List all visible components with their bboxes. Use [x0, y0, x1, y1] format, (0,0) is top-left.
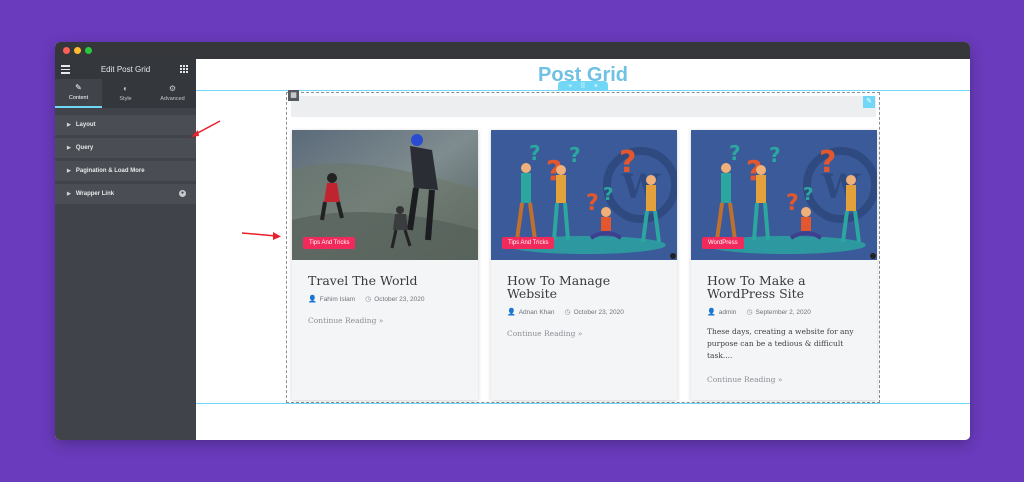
section-label: Pagination & Load More [75, 168, 145, 174]
annotation-arrow-icon [191, 120, 221, 137]
tab-label: Content [68, 95, 89, 101]
tab-label: Style [119, 96, 132, 102]
widgets-grid-icon[interactable] [180, 65, 188, 73]
tab-label: Advanced [160, 96, 185, 102]
edit-widget-icon[interactable]: ✎ [863, 96, 875, 108]
post-meta: 👤 Adnan Khan ◷ October 23, 2020 [507, 308, 661, 317]
pencil-icon: ✎ [75, 83, 82, 92]
gear-icon: ⚙ [168, 84, 177, 93]
svg-text:?: ? [803, 184, 813, 205]
post-card[interactable]: W ? ? ? ? ? ? [691, 130, 877, 400]
tab-advanced[interactable]: ⚙ Advanced [149, 79, 196, 108]
post-card[interactable]: Tips And Tricks Travel The World 👤 Fahim … [292, 130, 478, 400]
caret-right-icon: ▶ [67, 168, 71, 174]
editor-panel: Edit Post Grid ✎ Content ◐ Style ⚙ Advan… [55, 59, 196, 440]
svg-text:?: ? [786, 191, 799, 216]
maximize-window-button[interactable] [85, 47, 92, 54]
post-title[interactable]: Travel The World [308, 274, 462, 287]
svg-text:?: ? [569, 143, 581, 167]
section-layout[interactable]: ▶ Layout [55, 115, 196, 135]
clock-icon: ◷ [746, 309, 753, 316]
clock-icon: ◷ [365, 296, 372, 303]
delete-section-icon[interactable]: × [594, 83, 598, 90]
section-label: Layout [75, 122, 96, 128]
section-handle[interactable]: + ⠿ × [558, 81, 608, 91]
panel-tabs: ✎ Content ◐ Style ⚙ Advanced [55, 79, 196, 108]
pro-icon: ● [179, 190, 186, 197]
post-date: ◷ October 23, 2020 [564, 308, 624, 317]
post-thumbnail[interactable]: W ? ? ? ? ? ? [491, 130, 677, 260]
author-name[interactable]: Fahim Islam [320, 296, 355, 303]
svg-text:?: ? [769, 143, 781, 167]
date-text: October 23, 2020 [573, 308, 624, 316]
close-window-button[interactable] [63, 47, 70, 54]
read-more-link[interactable]: Continue Reading » [308, 316, 462, 325]
app-window: Edit Post Grid ✎ Content ◐ Style ⚙ Advan… [55, 42, 970, 440]
post-thumbnail[interactable]: W ? ? ? ? ? ? [691, 130, 877, 260]
user-icon: 👤 [308, 296, 317, 303]
svg-text:?: ? [529, 141, 541, 165]
post-author[interactable]: 👤 Adnan Khan [507, 308, 555, 317]
widget-top-bar [291, 96, 876, 117]
post-date: ◷ September 2, 2020 [746, 308, 811, 317]
svg-text:?: ? [586, 191, 599, 216]
date-text: September 2, 2020 [755, 308, 811, 316]
user-icon: 👤 [707, 309, 716, 316]
post-excerpt: These days, creating a website for any p… [707, 327, 854, 360]
section-wrapper-link[interactable]: ▶ Wrapper Link ● [55, 184, 196, 204]
section-label: Query [75, 145, 94, 151]
hamburger-menu-icon[interactable] [61, 65, 70, 76]
read-more-link[interactable]: Continue Reading » [707, 375, 861, 384]
caret-right-icon: ▶ [67, 145, 71, 151]
category-badge[interactable]: WordPress [702, 237, 744, 249]
post-date: ◷ October 23, 2020 [365, 295, 425, 304]
annotation-arrow-icon [241, 232, 281, 240]
caret-right-icon: ▶ [67, 191, 71, 197]
minimize-window-button[interactable] [74, 47, 81, 54]
tab-content[interactable]: ✎ Content [55, 79, 102, 108]
category-badge[interactable]: Tips And Tricks [502, 237, 555, 249]
svg-text:?: ? [819, 145, 836, 180]
add-section-icon[interactable]: + [568, 83, 572, 90]
tab-style[interactable]: ◐ Style [102, 79, 149, 108]
svg-text:?: ? [729, 141, 741, 165]
svg-text:?: ? [603, 184, 613, 205]
section-pagination[interactable]: ▶ Pagination & Load More [55, 161, 196, 181]
editor-canvas: Post Grid + ⠿ × ▦ ✎ Tips And Tricks Trav… [196, 59, 970, 440]
user-icon: 👤 [507, 309, 516, 316]
panel-sections: ▶ Layout ▶ Query ▶ Pagination & Load Mor… [55, 108, 196, 204]
post-meta: 👤 admin ◷ September 2, 2020 [707, 308, 861, 317]
read-more-link[interactable]: Continue Reading » [507, 329, 661, 338]
post-meta: 👤 Fahim Islam ◷ October 23, 2020 [308, 295, 462, 304]
author-name[interactable]: admin [719, 309, 737, 316]
post-card[interactable]: W ? ? ? ? ? ? [491, 130, 677, 400]
clock-icon: ◷ [564, 309, 571, 316]
svg-text:?: ? [619, 145, 636, 180]
contrast-icon: ◐ [123, 84, 128, 93]
post-title[interactable]: How To Manage Website [507, 274, 661, 300]
section-label: Wrapper Link [75, 191, 115, 197]
post-thumbnail[interactable]: Tips And Tricks [292, 130, 478, 260]
post-author[interactable]: 👤 admin [707, 308, 737, 317]
category-badge[interactable]: Tips And Tricks [303, 237, 356, 249]
panel-header: Edit Post Grid [55, 59, 196, 79]
panel-title: Edit Post Grid [100, 64, 151, 74]
column-handle-icon[interactable]: ▦ [288, 90, 299, 101]
caret-right-icon: ▶ [67, 122, 71, 128]
image-corner-icon [870, 253, 876, 259]
author-name[interactable]: Adnan Khan [519, 309, 555, 316]
window-titlebar [55, 42, 970, 59]
post-title[interactable]: How To Make a WordPress Site [707, 274, 861, 300]
date-text: October 23, 2020 [374, 295, 425, 303]
post-author[interactable]: 👤 Fahim Islam [308, 295, 355, 304]
drag-handle-icon[interactable]: ⠿ [580, 82, 585, 90]
section-query[interactable]: ▶ Query [55, 138, 196, 158]
image-corner-icon [670, 253, 676, 259]
